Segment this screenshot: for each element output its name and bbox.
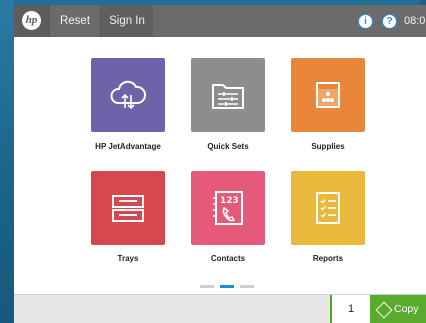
tile-supplies[interactable] (291, 58, 365, 132)
start-diamond-icon (375, 301, 393, 319)
desk-background-left (0, 0, 14, 323)
tile-contacts[interactable]: 123 (191, 171, 265, 245)
clock: 08:0 (404, 15, 426, 27)
sign-in-button[interactable]: Sign In (101, 5, 153, 37)
tile-label: Contacts (210, 254, 246, 263)
page-dot-active[interactable] (220, 285, 234, 288)
tile-label: Quick Sets (207, 142, 249, 151)
info-icon[interactable]: i (358, 14, 373, 29)
help-icon[interactable]: ? (382, 14, 397, 29)
contacts-icon: 123 (213, 191, 243, 225)
folder-settings-icon (212, 84, 244, 109)
hp-logo-icon: hp (22, 11, 41, 30)
printer-home-screen: hp Reset Sign In i ? 08:0 HP JetAdvantag… (14, 5, 426, 323)
copies-count-field[interactable]: 1 (330, 295, 370, 323)
tile-label: Reports (312, 254, 344, 263)
contacts-number: 123 (220, 196, 239, 206)
tile-trays[interactable] (91, 171, 165, 245)
tile-label: Trays (117, 254, 139, 263)
page-dot[interactable] (200, 285, 214, 288)
copy-label: Copy (394, 303, 419, 315)
hp-logo-button[interactable]: hp (14, 5, 49, 37)
tile-label: Supplies (311, 142, 345, 151)
page-dot[interactable] (240, 285, 254, 288)
tray-icon (112, 195, 144, 222)
tile-label: HP JetAdvantage (95, 142, 161, 151)
cloud-icon (110, 80, 147, 110)
tile-quick-sets[interactable] (191, 58, 265, 132)
copy-button[interactable]: Copy (370, 295, 426, 323)
tile-reports[interactable] (291, 171, 365, 245)
reset-button[interactable]: Reset (50, 5, 100, 37)
top-bar: hp Reset Sign In i ? 08:0 (14, 5, 426, 37)
toner-icon (316, 82, 340, 108)
report-icon (316, 192, 340, 224)
bottom-bar: 1 Copy (14, 294, 426, 323)
tile-hp-jetadvantage[interactable] (91, 58, 165, 132)
